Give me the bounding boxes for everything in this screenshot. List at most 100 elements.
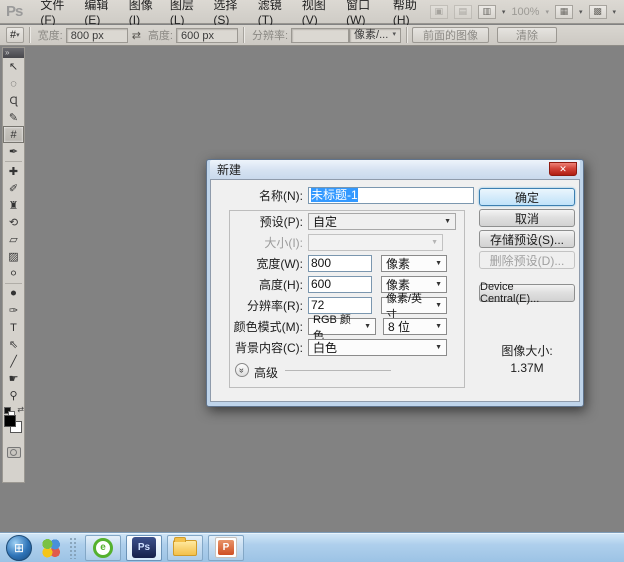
quick-mask-button[interactable] — [7, 447, 21, 458]
tool-gradient[interactable]: ▨ — [3, 248, 24, 265]
color-mode-caret-icon: ▼ — [360, 323, 375, 330]
menu-select[interactable]: 选择(S) — [205, 0, 249, 23]
tool-blur[interactable]: ⚪ — [3, 265, 24, 282]
resolution-unit-select[interactable]: 像素/... ▾ — [349, 28, 401, 43]
screen-layout-icon[interactable]: ▥ — [478, 5, 496, 19]
zoom-level[interactable]: 100% — [511, 6, 539, 18]
screen-mode-caret-icon[interactable]: ▾ — [613, 8, 617, 16]
delete-preset-button: 删除预设(D)... — [479, 251, 575, 269]
device-central-button[interactable]: Device Central(E)... — [479, 284, 575, 302]
tool-zoom[interactable]: ⚲ — [3, 387, 24, 404]
preset-caret-icon: ▼ — [440, 218, 455, 225]
launch-bridge-icon[interactable]: ▣ — [430, 5, 448, 19]
tool-quick-selection[interactable]: ✎ — [3, 109, 24, 126]
image-size-value: 1.37M — [479, 361, 575, 375]
view-extras-icon[interactable]: ▤ — [454, 5, 472, 19]
panel-collapse-icon[interactable]: » — [3, 48, 24, 58]
photoshop-app-icon: Ps — [132, 537, 156, 558]
tool-brush[interactable]: ✐ — [3, 180, 24, 197]
width-input[interactable]: 800 — [308, 255, 372, 272]
tools-panel: » ↖ ◌ Ɋ ✎ # ✒ ✚ ✐ ♜ ⟲ ▱ ▨ ⚪ ⚫ ✑ T ⇖ ╱ ☛ … — [2, 47, 25, 483]
bit-depth-select[interactable]: 8 位▼ — [383, 318, 447, 335]
tool-path-selection[interactable]: ⇖ — [3, 336, 24, 353]
swap-dimensions-icon[interactable]: ⇄ — [132, 29, 141, 42]
menu-help[interactable]: 帮助(H) — [385, 0, 430, 23]
crop-width-label: 宽度: — [38, 27, 63, 43]
background-contents-select[interactable]: 白色▼ — [308, 339, 447, 356]
clear-button[interactable]: 清除 — [497, 27, 557, 43]
front-image-button[interactable]: 前面的图像 — [412, 27, 489, 43]
taskbar-powerpoint-button[interactable]: P — [208, 535, 244, 561]
swap-colors-icon[interactable]: ⇄ — [17, 405, 24, 414]
width-label: 宽度(W): — [211, 256, 303, 273]
advanced-expand-icon[interactable]: » — [235, 363, 249, 377]
width-unit-select[interactable]: 像素▼ — [381, 255, 447, 272]
advanced-label: 高级 — [254, 364, 278, 381]
menu-layer[interactable]: 图层(L) — [162, 0, 205, 23]
start-icon: ⊞ — [14, 541, 24, 555]
photoshop-logo-icon: Ps — [6, 3, 22, 20]
tool-line[interactable]: ╱ — [3, 353, 24, 370]
taskbar-photoshop-button[interactable]: Ps — [126, 535, 162, 561]
crop-resolution-input[interactable] — [291, 28, 349, 43]
crop-resolution-label: 分辨率: — [252, 27, 288, 43]
background-contents-label: 背景内容(C): — [211, 340, 303, 357]
resolution-unit-select[interactable]: 像素/英寸▼ — [381, 297, 447, 314]
resolution-unit-caret-icon: ▾ — [393, 28, 397, 42]
dialog-title: 新建 — [210, 161, 241, 178]
tool-marquee[interactable]: ◌ — [3, 75, 24, 92]
default-colors-icon[interactable] — [4, 407, 11, 414]
tool-move[interactable]: ↖ — [3, 58, 24, 75]
menu-filter[interactable]: 滤镜(T) — [250, 0, 294, 23]
tool-healing-brush[interactable]: ✚ — [3, 163, 24, 180]
width-unit-caret-icon: ▼ — [431, 260, 446, 267]
tool-lasso[interactable]: Ɋ — [3, 92, 24, 109]
pinwheel-app-icon[interactable] — [41, 538, 61, 558]
cancel-button[interactable]: 取消 — [479, 209, 575, 227]
menu-image[interactable]: 图像(I) — [121, 0, 162, 23]
menu-file[interactable]: 文件(F) — [32, 0, 76, 23]
crop-width-input[interactable]: 800 px — [66, 28, 128, 43]
tool-pen[interactable]: ✑ — [3, 302, 24, 319]
tool-eraser[interactable]: ▱ — [3, 231, 24, 248]
ok-button[interactable]: 确定 — [479, 188, 575, 206]
height-input[interactable]: 600 — [308, 276, 372, 293]
tool-history-brush[interactable]: ⟲ — [3, 214, 24, 231]
menu-view[interactable]: 视图(V) — [294, 0, 338, 23]
taskbar-browser-button[interactable]: e — [85, 535, 121, 561]
tool-dodge[interactable]: ⚫ — [3, 285, 24, 302]
taskbar-grip[interactable] — [69, 537, 77, 559]
crop-height-input[interactable]: 600 px — [176, 28, 238, 43]
height-unit-caret-icon: ▼ — [431, 281, 446, 288]
background-caret-icon: ▼ — [431, 344, 446, 351]
start-button[interactable]: ⊞ — [6, 535, 32, 561]
tool-preset-picker[interactable]: # ▾ — [6, 27, 24, 43]
color-mode-select[interactable]: RGB 颜色▼ — [308, 318, 376, 335]
preset-select[interactable]: 自定▼ — [308, 213, 456, 230]
save-preset-button[interactable]: 存储预设(S)... — [479, 230, 575, 248]
taskbar: ⊞ e Ps P — [0, 532, 624, 562]
screen-mode-icon[interactable]: ▩ — [589, 5, 607, 19]
tool-type[interactable]: T — [3, 319, 24, 336]
taskbar-explorer-button[interactable] — [167, 535, 203, 561]
arrange-documents-icon[interactable]: ▦ — [555, 5, 573, 19]
screen-layout-caret-icon[interactable]: ▾ — [502, 8, 506, 16]
foreground-color-swatch[interactable] — [4, 415, 16, 427]
folder-icon — [173, 540, 197, 556]
tool-hand[interactable]: ☛ — [3, 370, 24, 387]
tool-preset-caret-icon: ▾ — [16, 31, 20, 39]
powerpoint-icon: P — [215, 537, 237, 558]
tool-eyedropper[interactable]: ✒ — [3, 143, 24, 160]
zoom-level-caret-icon[interactable]: ▾ — [545, 8, 549, 16]
menu-window[interactable]: 窗口(W) — [338, 0, 385, 23]
tool-options-bar: # ▾ 宽度: 800 px ⇄ 高度: 600 px 分辨率: 像素/... … — [0, 25, 624, 46]
dialog-titlebar[interactable]: 新建 ✕ — [210, 160, 580, 179]
color-swatches: ⇄ — [3, 407, 24, 441]
tool-clone-stamp[interactable]: ♜ — [3, 197, 24, 214]
tool-crop[interactable]: # — [3, 126, 24, 143]
name-input[interactable]: 未标题-1 — [308, 187, 474, 204]
arrange-documents-caret-icon[interactable]: ▾ — [579, 8, 583, 16]
size-select: ▼ — [308, 234, 443, 251]
close-icon[interactable]: ✕ — [549, 162, 577, 176]
menu-edit[interactable]: 编辑(E) — [76, 0, 120, 23]
